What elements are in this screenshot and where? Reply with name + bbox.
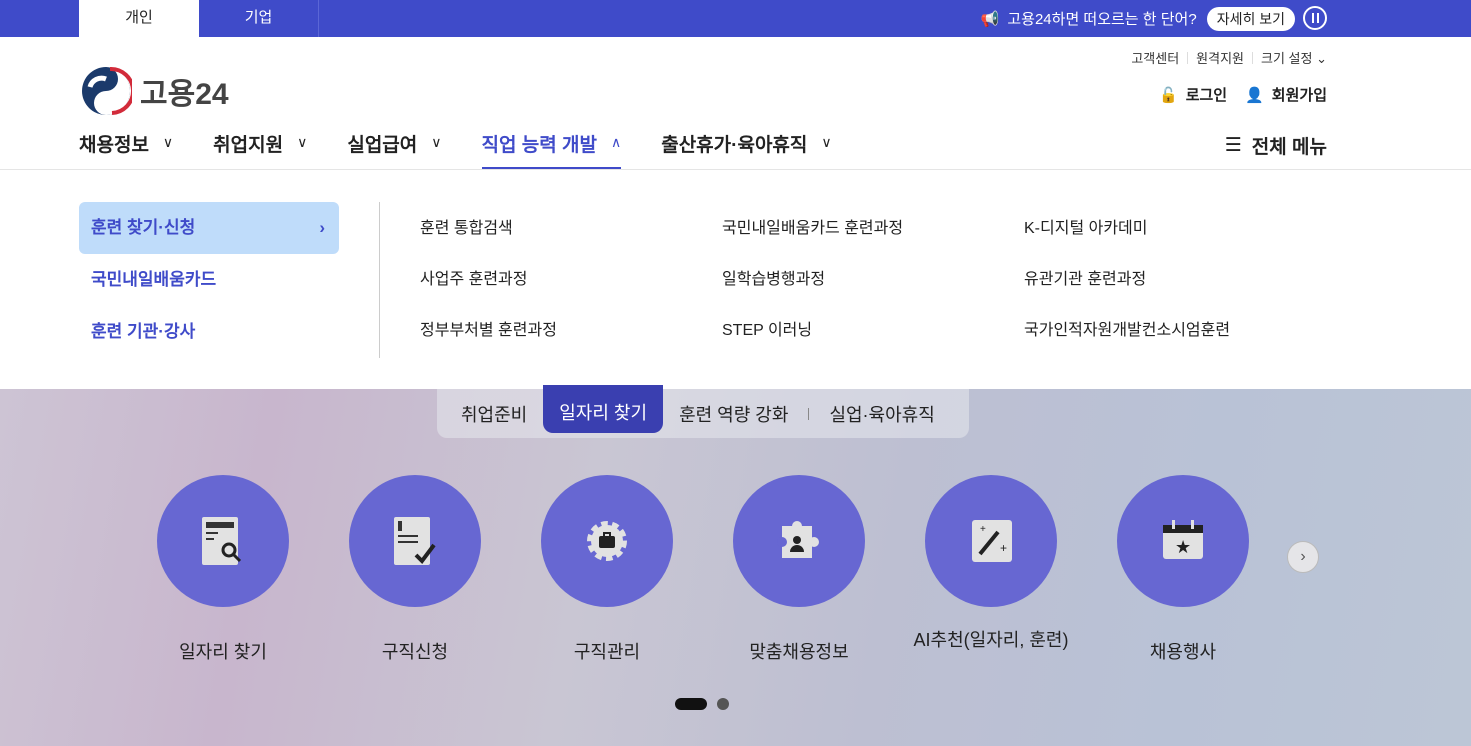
nav-jobs[interactable]: 채용정보 ∨ [79,130,173,170]
customer-center-link[interactable]: 고객센터 [1131,48,1179,67]
document-search-icon [157,475,289,607]
side-item-training-search[interactable]: 훈련 찾기·신청 › [79,202,339,254]
calendar-star-icon: ★ [1117,475,1249,607]
font-size-setting[interactable]: 크기 설정 ⌄ [1261,48,1327,67]
chevron-up-icon: ∧ [610,134,622,150]
next-arrow-button[interactable]: › [1287,541,1319,573]
quick-label: 맞춤채용정보 [749,642,849,662]
nav-label: 출산휴가·육아휴직 [661,135,808,156]
menu-link[interactable]: 훈련 통합검색 [420,214,722,238]
main-nav: 채용정보 ∨ 취업지원 ∨ 실업급여 ∨ 직업 능력 개발 ∧ 출산휴가·육아휴직 ∨ [79,130,872,170]
menu-link[interactable]: 유관기관 훈련과정 [1024,265,1326,289]
menu-link[interactable]: 정부부처별 훈련과정 [420,316,722,340]
chevron-down-icon: ∨ [297,134,308,150]
megaphone-icon: 📢 [980,10,1000,28]
tab-leave[interactable]: 실업·육아휴직 [813,393,950,435]
utility-links: 고객센터 원격지원 크기 설정 ⌄ [1131,48,1327,67]
all-menu-label: 전체 메뉴 [1251,137,1327,158]
quick-custom-jobs[interactable]: 맞춤채용정보 [699,475,899,664]
carousel-pagination [675,698,729,710]
page-dot-1[interactable] [675,698,707,710]
side-item-card[interactable]: 국민내일배움카드 [79,254,339,306]
document-check-icon [349,475,481,607]
hero-section: 취업준비 일자리 찾기 훈련 역량 강화 실업·육아휴직 일자리 찾기 구직신청… [0,384,1471,746]
nav-employment-support[interactable]: 취업지원 ∨ [213,130,307,170]
quick-label: 채용행사 [1149,642,1217,662]
top-bar: 개인 기업 📢 고용24하면 떠오르는 한 단어? 자세히 보기 [0,0,1471,37]
quick-job-search[interactable]: 일자리 찾기 [123,475,323,664]
quick-label: 구직관리 [573,642,641,662]
nav-label: 직업 능력 개발 [481,135,597,156]
menu-link[interactable]: STEP 이러닝 [722,316,1024,340]
quick-job-manage[interactable]: 구직관리 [507,475,707,664]
side-label: 훈련 찾기·신청 [91,218,196,237]
quick-ai-recommend[interactable]: + + AI추천(일자리, 훈련) [891,475,1091,652]
puzzle-person-icon [733,475,865,607]
nav-label: 채용정보 [79,135,149,156]
pause-icon[interactable] [1303,6,1327,30]
taegeuk-icon [82,66,132,115]
svg-text:★: ★ [1175,537,1191,557]
nav-label: 취업지원 [213,135,284,156]
magic-wand-icon: + + [925,475,1057,607]
more-button[interactable]: 자세히 보기 [1206,6,1295,31]
all-menu-button[interactable]: ☰ 전체 메뉴 [1225,132,1327,159]
nav-unemployment[interactable]: 실업급여 ∨ [347,130,441,170]
signup-label: 회원가입 [1271,87,1327,104]
notice-banner: 📢 고용24하면 떠오르는 한 단어? 자세히 보기 [981,0,1295,37]
chevron-down-icon: ∨ [162,134,174,150]
nav-label: 실업급여 [347,135,418,156]
side-item-institutions[interactable]: 훈련 기관·강사 [79,306,339,358]
gear-briefcase-icon [541,475,673,607]
hero-tabs: 취업준비 일자리 찾기 훈련 역량 강화 실업·육아휴직 [437,384,969,438]
chevron-right-icon: › [319,218,325,237]
login-label: 로그인 [1185,87,1228,104]
tab-personal[interactable]: 개인 [79,0,199,37]
tab-prep[interactable]: 취업준비 [445,393,543,435]
notice-text: 고용24하면 떠오르는 한 단어? [1007,11,1197,28]
tab-business[interactable]: 기업 [199,0,319,37]
menu-link[interactable]: K-디지털 아카데미 [1024,214,1326,238]
nav-skill-development[interactable]: 직업 능력 개발 ∧ [481,130,622,170]
chevron-down-icon: ∨ [431,134,442,150]
page-dot-2[interactable] [717,698,729,710]
user-add-icon: 👤 [1245,86,1264,104]
font-size-label: 크기 설정 [1261,51,1313,66]
tab-training[interactable]: 훈련 역량 강화 [663,393,804,435]
quick-job-apply[interactable]: 구직신청 [315,475,515,664]
logo[interactable]: 고용24 [80,65,229,117]
logo-text: 고용24 [140,78,229,111]
mega-menu: 훈련 찾기·신청 › 국민내일배움카드 훈련 기관·강사 훈련 통합검색 국민내일… [0,169,1471,389]
lock-icon: 🔓 [1159,86,1178,104]
menu-link[interactable]: 일학습병행과정 [722,265,1024,289]
login-button[interactable]: 🔓 로그인 [1159,84,1227,105]
tab-job-search[interactable]: 일자리 찾기 [543,384,664,433]
signup-button[interactable]: 👤 회원가입 [1245,84,1327,105]
chevron-down-icon: ∨ [821,134,832,150]
svg-text:+: + [980,524,986,535]
svg-text:+: + [1000,541,1007,555]
quick-label: 일자리 찾기 [179,642,267,662]
quick-job-events[interactable]: ★ 채용행사 [1083,475,1283,664]
chevron-down-icon: ⌄ [1316,51,1327,66]
menu-link[interactable]: 국민내일배움카드 훈련과정 [722,214,1024,238]
quick-label: 구직신청 [381,642,449,662]
menu-link[interactable]: 국가인적자원개발컨소시엄훈련 [1024,316,1326,340]
remote-support-link[interactable]: 원격지원 [1196,48,1244,67]
menu-link[interactable]: 사업주 훈련과정 [420,265,722,289]
hamburger-icon: ☰ [1224,135,1242,156]
quick-label: AI추천(일자리, 훈련) [913,630,1069,650]
divider [379,202,380,358]
nav-parental-leave[interactable]: 출산휴가·육아휴직 ∨ [661,130,831,170]
